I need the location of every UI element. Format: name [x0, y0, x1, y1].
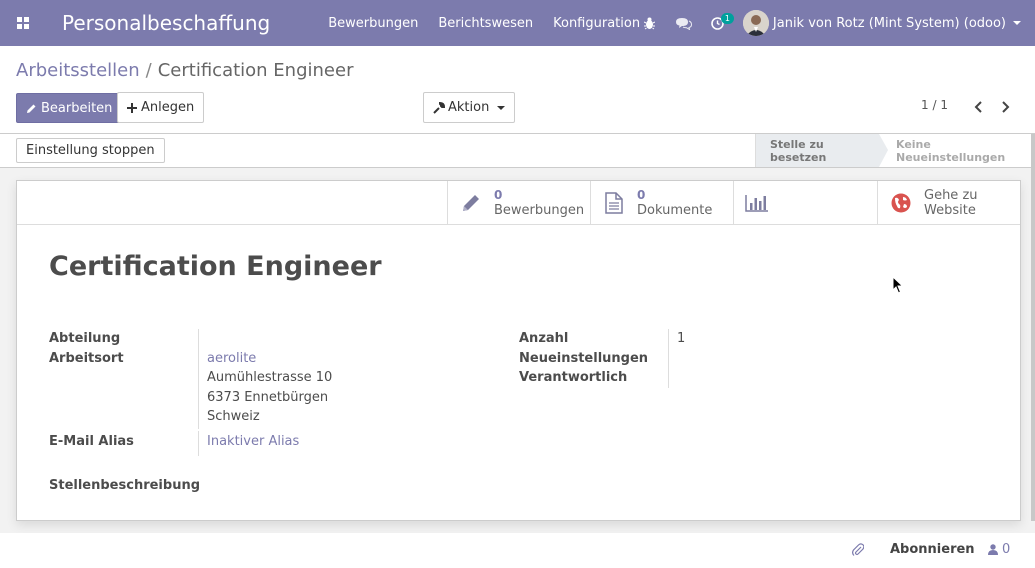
- chatter-topbar: Abonnieren 0: [0, 533, 1035, 568]
- apps-menu-icon[interactable]: [0, 0, 46, 46]
- user-name: Janik von Rotz (Mint System) (odoo): [772, 15, 1006, 31]
- form-sheet: 0 Bewerbungen 0 Dokumente Gehe zu Websit…: [16, 180, 1021, 521]
- pager-value[interactable]: 1 / 1: [921, 98, 948, 112]
- stage-arrow: [879, 134, 888, 167]
- mouse-cursor-icon: [892, 275, 904, 298]
- location-street: Aumühlestrasse 10: [207, 370, 333, 385]
- avatar: [742, 10, 769, 36]
- pager-next-icon[interactable]: [999, 98, 1013, 116]
- activity-clock-icon[interactable]: 1: [701, 0, 735, 46]
- create-button[interactable]: Anlegen: [117, 92, 205, 123]
- breadcrumb-separator: /: [145, 60, 152, 81]
- breadcrumb: Arbeitsstellen / Certification Engineer: [16, 60, 353, 81]
- debug-bug-icon[interactable]: [633, 0, 667, 46]
- field-divider: [668, 329, 669, 388]
- stat-button-box: 0 Bewerbungen 0 Dokumente Gehe zu Websit…: [17, 181, 1020, 225]
- documents-stat-button[interactable]: 0 Dokumente: [590, 181, 733, 225]
- email-alias-link[interactable]: Inaktiver Alias: [207, 434, 299, 449]
- followers-button[interactable]: 0: [988, 542, 1010, 557]
- breadcrumb-current: Certification Engineer: [157, 60, 354, 81]
- location-city: 6373 Ennetbürgen: [207, 390, 329, 405]
- count-label: Anzahl: [519, 331, 569, 346]
- website-label-line1: Gehe zu: [924, 188, 978, 203]
- responsible-label: Verantwortlich: [519, 370, 628, 385]
- wrench-icon: [433, 101, 445, 114]
- create-button-label: Anlegen: [141, 100, 195, 115]
- statusbar: Einstellung stoppen Stelle zu besetzen K…: [0, 134, 1035, 168]
- new-hires-label: Neueinstellungen: [519, 351, 649, 366]
- pager-previous-icon[interactable]: [971, 98, 985, 116]
- scrollbar[interactable]: [1031, 134, 1035, 521]
- job-description-label: Stellenbeschreibung: [49, 478, 201, 493]
- field-divider: [198, 329, 199, 429]
- follow-button[interactable]: Abonnieren: [890, 542, 975, 557]
- stage-to-fill: Stelle zu besetzen: [755, 134, 879, 167]
- applications-label: Bewerbungen: [494, 203, 585, 218]
- app-title[interactable]: Personalbeschaffung: [62, 11, 270, 35]
- location-company-link[interactable]: aerolite: [207, 351, 256, 366]
- document-icon: [591, 181, 637, 225]
- edit-button-label: Bearbeiten: [41, 100, 113, 116]
- stop-recruitment-button[interactable]: Einstellung stoppen: [16, 138, 165, 163]
- top-navbar: Personalbeschaffung Bewerbungen Berichts…: [0, 0, 1035, 46]
- menu-bewerbungen[interactable]: Bewerbungen: [328, 16, 418, 31]
- plus-icon: [127, 102, 137, 113]
- user-icon: [988, 544, 998, 555]
- paperclip-icon[interactable]: [852, 543, 864, 557]
- pencil-icon: [448, 181, 494, 225]
- documents-label: Dokumente: [637, 203, 713, 218]
- go-to-website-button[interactable]: Gehe zu Website: [877, 181, 1020, 225]
- edit-button[interactable]: Bearbeiten: [16, 93, 123, 123]
- website-label-line2: Website: [924, 203, 976, 218]
- activity-badge: 1: [720, 13, 734, 24]
- menu-berichtswesen[interactable]: Berichtswesen: [438, 16, 533, 31]
- control-panel: Arbeitsstellen / Certification Engineer Be…: [0, 46, 1035, 134]
- messages-chat-icon[interactable]: [667, 0, 701, 46]
- menu-konfiguration[interactable]: Konfiguration: [553, 16, 640, 31]
- user-menu[interactable]: Janik von Rotz (Mint System) (odoo): [742, 10, 1021, 36]
- followers-count: 0: [1002, 542, 1011, 557]
- department-label: Abteilung: [49, 331, 121, 346]
- location-country: Schweiz: [207, 409, 260, 424]
- action-dropdown-button[interactable]: Aktion: [423, 92, 516, 123]
- applications-stat-button[interactable]: 0 Bewerbungen: [447, 181, 590, 225]
- pencil-icon: [27, 104, 36, 113]
- chevron-down-icon: [497, 105, 506, 110]
- documents-count: 0: [637, 188, 646, 202]
- location-label: Arbeitsort: [49, 351, 124, 366]
- chevron-down-icon: [1013, 21, 1021, 25]
- breadcrumb-parent-link[interactable]: Arbeitsstellen: [16, 60, 140, 81]
- action-button-label: Aktion: [448, 100, 490, 115]
- email-alias-label: E-Mail Alias: [49, 434, 134, 449]
- applications-count: 0: [494, 188, 503, 202]
- report-stat-button[interactable]: [733, 181, 877, 225]
- job-title: Certification Engineer: [49, 251, 382, 282]
- globe-icon: [878, 181, 924, 225]
- count-value: 1: [677, 331, 686, 346]
- stage-no-new-hires[interactable]: Keine Neueinstellungen: [896, 134, 1035, 167]
- field-divider: [198, 431, 199, 456]
- bar-chart-icon: [734, 181, 780, 225]
